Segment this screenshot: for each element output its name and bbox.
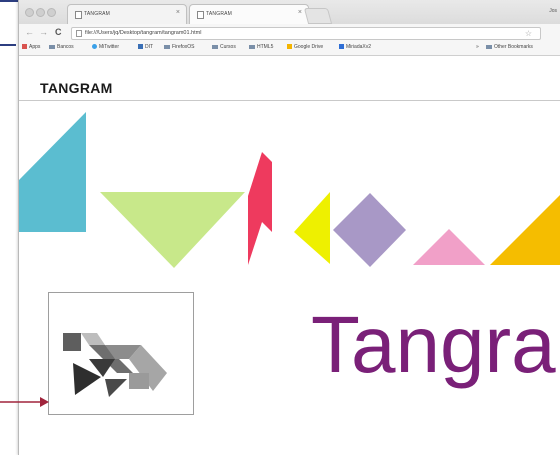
yellow-triangle-piece — [294, 192, 330, 264]
purple-square-piece — [333, 193, 406, 267]
red-parallelogram-fill — [262, 152, 272, 232]
red-parallelogram-piece — [248, 152, 262, 265]
tangram-thumbnail[interactable] — [48, 292, 194, 415]
orange-triangle-piece — [490, 195, 560, 265]
teal-triangle-piece — [19, 112, 86, 232]
tangram-figure-icon — [63, 333, 167, 397]
pink-triangle-piece — [413, 229, 485, 265]
green-triangle-piece — [100, 192, 245, 268]
slide-title: Tangram — [311, 300, 560, 389]
